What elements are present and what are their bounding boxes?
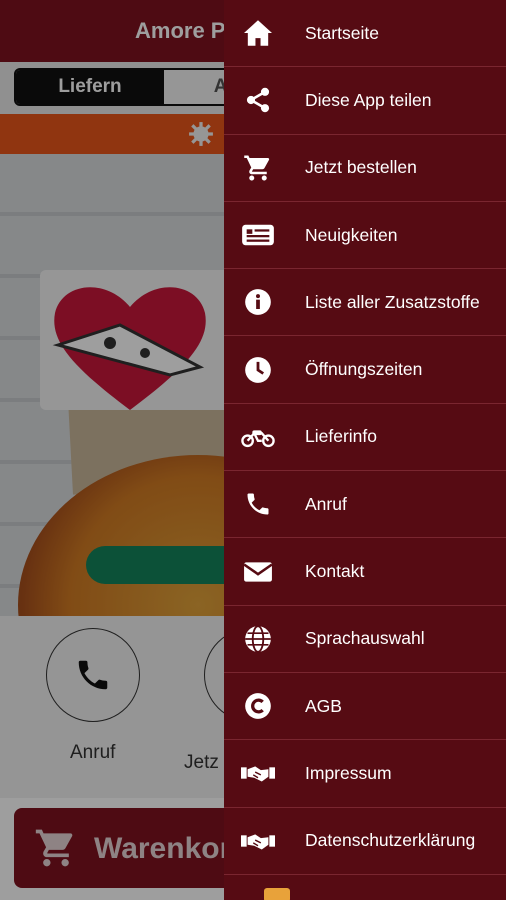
menu-item-label: Jetzt bestellen xyxy=(305,157,417,178)
clock-icon xyxy=(241,355,275,385)
info-icon xyxy=(241,287,275,317)
phone-icon xyxy=(241,489,275,519)
menu-item-call[interactable]: Anruf xyxy=(224,471,506,539)
handshake-icon xyxy=(241,758,275,788)
copyright-icon xyxy=(241,691,275,721)
menu-item-label: Öffnungszeiten xyxy=(305,359,423,380)
share-icon xyxy=(241,85,275,115)
menu-item-startseite[interactable]: Startseite xyxy=(224,0,506,68)
menu-item-label: Sprachauswahl xyxy=(305,628,425,649)
menu-item-label: Impressum xyxy=(305,762,392,783)
menu-item-label: Startseite xyxy=(305,22,379,43)
home-icon xyxy=(241,18,275,48)
menu-item-order-now[interactable]: Jetzt bestellen xyxy=(224,135,506,202)
menu-item-label: Lieferinfo xyxy=(305,426,377,447)
menu-item-additives[interactable]: Liste aller Zusatzstoffe xyxy=(224,269,506,337)
menu-item-privacy[interactable]: Datenschutzerklärung xyxy=(224,808,506,875)
news-icon xyxy=(241,220,275,250)
menu-item-label: AGB xyxy=(305,695,342,716)
motorcycle-icon xyxy=(241,422,275,452)
menu-item-label: Datenschutzerklärung xyxy=(305,830,476,851)
globe-icon xyxy=(241,624,275,654)
menu-item-imprint[interactable]: Impressum xyxy=(224,740,506,808)
handshake-icon xyxy=(241,826,275,856)
menu-item-opening-hours[interactable]: Öffnungszeiten xyxy=(224,336,506,404)
menu-item-label: Diese App teilen xyxy=(305,89,432,110)
menu-item-contact[interactable]: Kontakt xyxy=(224,538,506,606)
next-item-icon xyxy=(264,888,290,900)
menu-item-label: Kontakt xyxy=(305,561,365,582)
envelope-icon xyxy=(241,557,275,587)
menu-item-news[interactable]: Neuigkeiten xyxy=(224,202,506,270)
cart-icon xyxy=(241,153,275,183)
menu-item-label: Liste aller Zusatzstoffe xyxy=(305,291,480,312)
navigation-drawer: Startseite Diese App teilen Jetzt bestel… xyxy=(224,0,506,900)
menu-item-share-app[interactable]: Diese App teilen xyxy=(224,67,506,135)
menu-item-language[interactable]: Sprachauswahl xyxy=(224,606,506,673)
menu-item-label: Anruf xyxy=(305,493,347,514)
menu-item-label: Neuigkeiten xyxy=(305,224,398,245)
menu-item-delivery-info[interactable]: Lieferinfo xyxy=(224,404,506,472)
menu-item-terms[interactable]: AGB xyxy=(224,673,506,741)
drawer-menu: Startseite Diese App teilen Jetzt bestel… xyxy=(224,0,506,875)
